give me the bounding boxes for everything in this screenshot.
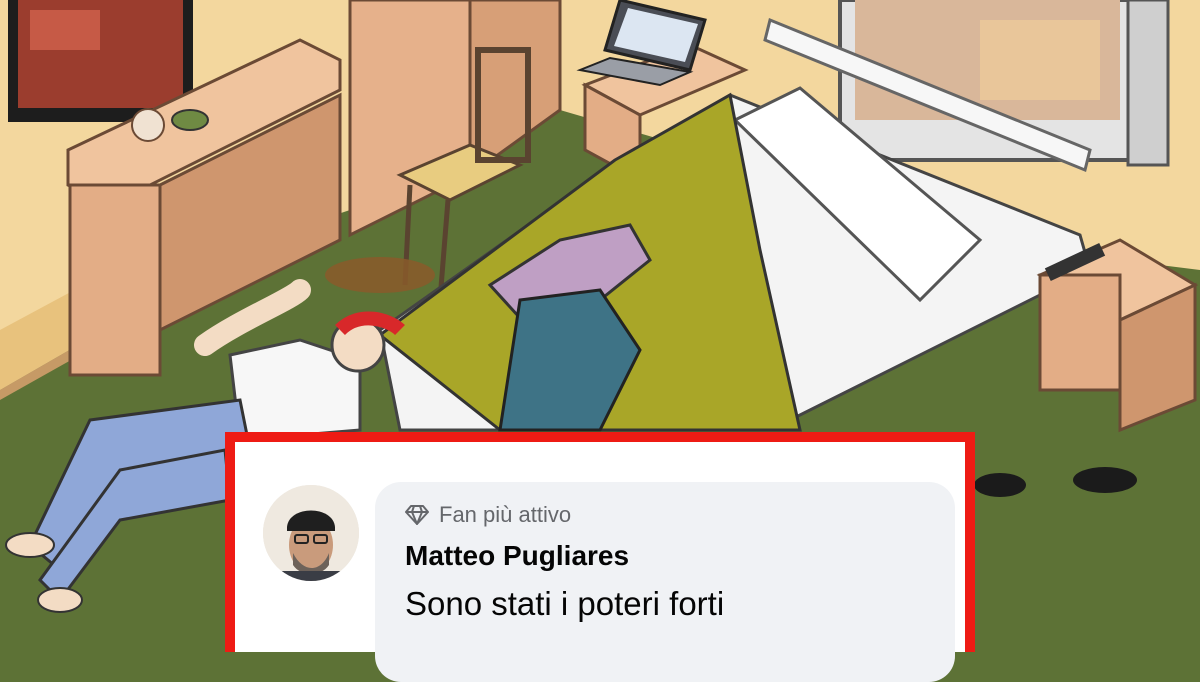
highlight-frame: Fan più attivo Matteo Pugliares Sono sta… <box>225 432 975 682</box>
comment-card: Fan più attivo Matteo Pugliares Sono sta… <box>235 442 965 682</box>
top-fan-badge: Fan più attivo <box>405 502 571 528</box>
comment-bubble: Fan più attivo Matteo Pugliares Sono sta… <box>375 482 955 682</box>
diamond-icon <box>405 504 429 526</box>
badge-label: Fan più attivo <box>439 502 572 527</box>
comment-text: Sono stati i poteri forti <box>405 585 725 622</box>
comment-author[interactable]: Matteo Pugliares <box>405 540 629 572</box>
avatar[interactable] <box>263 485 359 581</box>
